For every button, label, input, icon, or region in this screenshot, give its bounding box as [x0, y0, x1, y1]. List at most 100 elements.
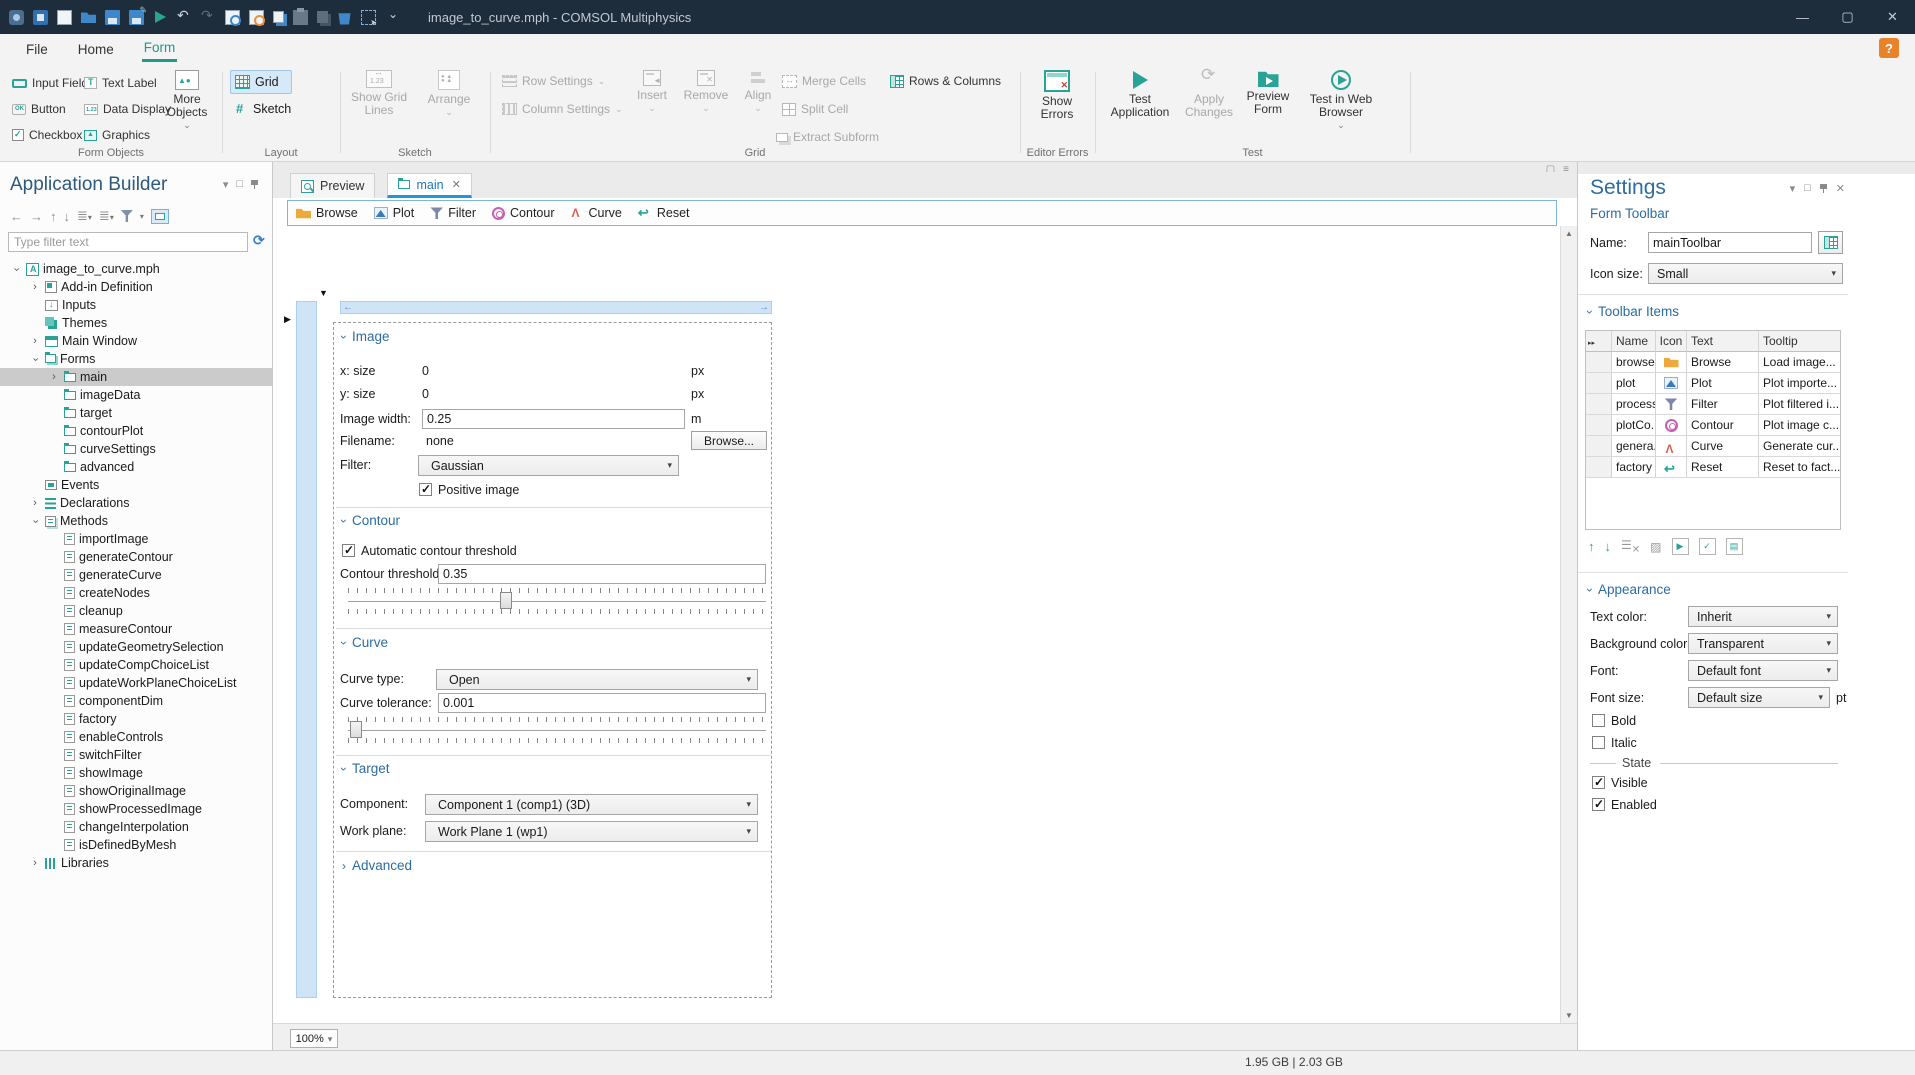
tree-item[interactable]: showProcessedImage — [0, 800, 272, 818]
toolbar-item-row[interactable]: genera... Curve Generate cur... — [1586, 436, 1840, 457]
test-application-button[interactable]: Test Application — [1103, 66, 1177, 119]
column-header-icon[interactable]: Icon — [1656, 331, 1687, 352]
row-marker-icon[interactable]: ▶ — [284, 314, 291, 325]
tree-expander-icon[interactable] — [48, 372, 60, 383]
section-advanced[interactable]: › Advanced — [342, 858, 412, 873]
rows-columns-button[interactable]: Rows & Columns — [890, 74, 1001, 88]
component-select[interactable]: Component 1 (comp1) (3D) — [425, 794, 758, 815]
tree-item[interactable]: showOriginalImage — [0, 782, 272, 800]
delete-icon[interactable] — [338, 13, 351, 25]
tree-item[interactable]: componentDim — [0, 692, 272, 710]
back-icon[interactable]: ← — [10, 209, 23, 224]
scroll-up-icon[interactable]: ▲ — [1565, 229, 1573, 238]
form-selection-outline[interactable]: › Image x: size 0 px y: size 0 px Image … — [333, 322, 772, 998]
form-object-button[interactable]: Graphics — [84, 128, 171, 142]
panel-pin-icon[interactable] — [251, 180, 258, 189]
name-input[interactable]: mainToolbar — [1648, 232, 1812, 253]
tree-filter-input[interactable] — [8, 232, 248, 252]
more-objects-button[interactable]: More Objects ⌄ — [158, 66, 216, 130]
panel-menu-icon[interactable]: ▾ — [223, 178, 229, 191]
toolbar-item-tooltip[interactable]: Generate cur... — [1759, 436, 1840, 457]
toolbar-item-tooltip[interactable]: Plot filtered i... — [1759, 394, 1840, 415]
toolbar-item-text[interactable]: Contour — [1687, 415, 1759, 436]
move-up-icon[interactable]: ↑ — [50, 209, 57, 224]
close-button[interactable]: ✕ — [1870, 0, 1915, 34]
toolbar-item-tooltip[interactable]: Reset to fact... — [1759, 457, 1840, 478]
scroll-down-icon[interactable]: ▼ — [1565, 1011, 1573, 1020]
tree-item[interactable]: Methods — [0, 512, 272, 530]
tree-expander-icon[interactable] — [29, 858, 41, 869]
toolbar-item-tooltip[interactable]: Plot image c... — [1759, 415, 1840, 436]
column-settings-button[interactable]: Column Settings ⌄ — [502, 102, 623, 116]
form-object-button[interactable]: Input Field — [12, 76, 88, 90]
go-to-node-button[interactable] — [1818, 231, 1843, 254]
filter-icon[interactable] — [120, 210, 133, 222]
tab-preview[interactable]: Preview — [290, 173, 376, 198]
tree-item[interactable]: Add-in Definition — [0, 278, 272, 296]
tab-main[interactable]: main ✕ — [387, 173, 472, 198]
tree-item[interactable]: updateCompChoiceList — [0, 656, 272, 674]
tree-item[interactable]: updateWorkPlaneChoiceList — [0, 674, 272, 692]
toolbar-item-text[interactable]: Curve — [1687, 436, 1759, 457]
show-grid-lines-button[interactable]: Show Grid Lines — [348, 66, 410, 117]
tree-item[interactable]: image_to_curve.mph — [0, 260, 272, 278]
text-color-select[interactable]: Inherit — [1688, 606, 1838, 627]
zoom-level-select[interactable]: 100% ▾ — [290, 1029, 338, 1048]
tree-item[interactable]: advanced — [0, 458, 272, 476]
tree-item[interactable]: factory — [0, 710, 272, 728]
toolbar-item-name[interactable]: factory — [1612, 457, 1656, 478]
column-header-text[interactable]: Text — [1687, 331, 1759, 352]
form-toolbar-button[interactable]: Contour — [492, 206, 555, 220]
move-down-icon[interactable]: ↓ — [64, 209, 71, 224]
section-appearance[interactable]: › Appearance — [1583, 582, 1671, 597]
help-button[interactable]: ? — [1879, 38, 1899, 58]
toolbar-item-row[interactable]: plotCo... Contour Plot image c... — [1586, 415, 1840, 436]
curve-type-select[interactable]: Open — [436, 669, 758, 690]
positive-image-checkbox[interactable] — [419, 482, 432, 496]
move-up-icon[interactable]: ↑ — [1588, 539, 1595, 554]
tree-item[interactable]: importImage — [0, 530, 272, 548]
copy-icon[interactable] — [273, 11, 284, 23]
toolbar-item-row[interactable]: browse Browse Load image... — [1586, 352, 1840, 373]
add-separator-icon[interactable]: ▤ — [1725, 538, 1743, 556]
move-down-icon[interactable]: ↓ — [1605, 539, 1612, 554]
customize-toolbar-icon[interactable] — [385, 7, 400, 25]
form-toolbar-button[interactable]: Filter — [430, 206, 476, 220]
arrange-button[interactable]: Arrange ⌄ — [420, 66, 478, 117]
add-toggle-item-icon[interactable]: ✓ — [1698, 538, 1716, 556]
tree-expander-icon[interactable] — [29, 354, 41, 365]
apply-changes-button[interactable]: Apply Changes — [1181, 66, 1237, 119]
column-header-tooltip[interactable]: Tooltip — [1759, 331, 1840, 352]
delete-item-icon[interactable]: ☰✕ — [1621, 538, 1640, 555]
tree-item[interactable]: isDefinedByMesh — [0, 836, 272, 854]
save-as-icon[interactable] — [129, 5, 147, 25]
run-application-icon[interactable] — [153, 10, 168, 25]
tree-item[interactable]: contourPlot — [0, 422, 272, 440]
section-contour[interactable]: › Contour — [337, 513, 400, 528]
preview-form-button[interactable]: Preview Form — [1241, 66, 1295, 116]
test-web-browser-button[interactable]: Test in Web Browser ⌄ — [1299, 66, 1383, 130]
slider-thumb[interactable] — [350, 721, 362, 738]
expand-all-icon[interactable]: ≣▾ — [99, 208, 114, 224]
curve-tolerance-input[interactable]: 0.001 — [438, 693, 766, 713]
tree-item[interactable]: target — [0, 404, 272, 422]
tree-item[interactable]: Declarations — [0, 494, 272, 512]
form-toolbar-button[interactable]: Plot — [373, 206, 414, 220]
add-item-icon[interactable]: ▶ — [1671, 538, 1689, 556]
tree-item[interactable]: measureContour — [0, 620, 272, 638]
save-icon[interactable] — [105, 9, 120, 25]
find-icon[interactable] — [225, 9, 241, 26]
minimize-button[interactable]: — — [1780, 0, 1825, 34]
font-select[interactable]: Default font — [1688, 660, 1838, 681]
show-in-editor-icon[interactable] — [150, 208, 169, 224]
tree-item[interactable]: imageData — [0, 386, 272, 404]
tree-item[interactable]: generateContour — [0, 548, 272, 566]
tree-item[interactable]: switchFilter — [0, 746, 272, 764]
auto-contour-threshold-checkbox[interactable] — [342, 543, 355, 557]
filter-select[interactable]: Gaussian — [418, 455, 679, 476]
icon-size-select[interactable]: Small — [1648, 263, 1843, 284]
extract-subform-button[interactable]: Extract Subform — [776, 130, 879, 144]
select-region-icon[interactable] — [361, 9, 377, 27]
toolbar-item-row[interactable]: factory Reset Reset to fact... — [1586, 457, 1840, 478]
grid-mode-button[interactable]: Grid — [230, 70, 292, 94]
